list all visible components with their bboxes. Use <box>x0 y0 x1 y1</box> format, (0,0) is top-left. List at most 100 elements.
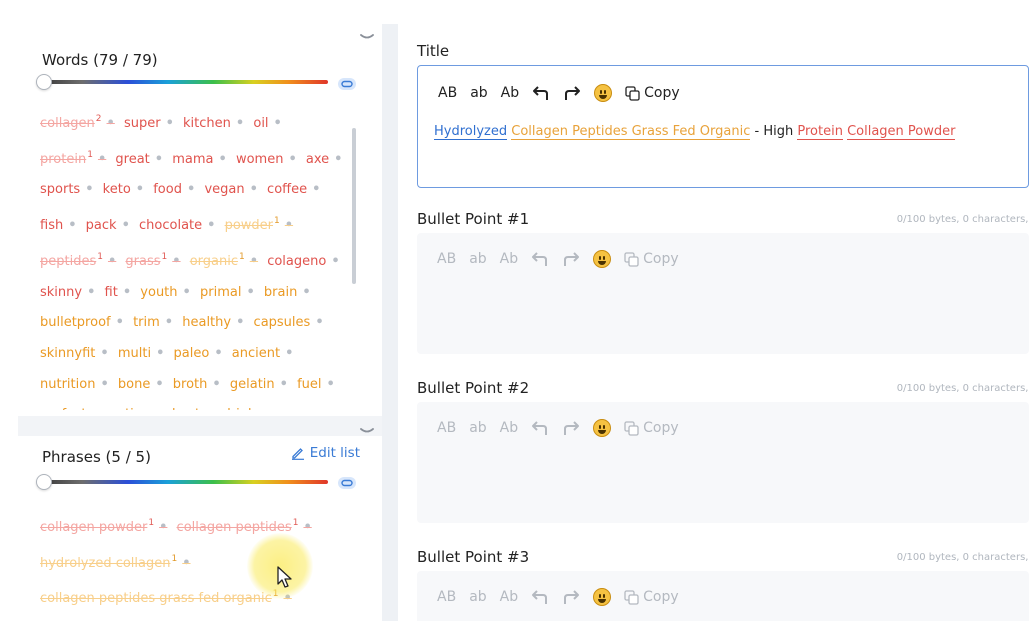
keyword-item[interactable]: best • <box>172 407 218 410</box>
uppercase-button[interactable]: AB <box>437 251 456 267</box>
redo-button[interactable] <box>562 251 580 267</box>
keyword-item[interactable]: fish • <box>40 218 82 233</box>
keyword-item[interactable]: collagen peptides grass fed organic1• <box>40 589 297 606</box>
phrases-filter-slider[interactable] <box>36 474 328 490</box>
keyword-item[interactable]: native • <box>109 407 168 410</box>
keyword-item[interactable]: organic1 • <box>190 252 263 269</box>
phrases-collapse-icon[interactable] <box>360 428 374 436</box>
undo-button[interactable] <box>531 589 549 605</box>
emoji-button[interactable] <box>594 84 613 102</box>
title-toolbar: AB ab Ab Copy <box>438 84 693 102</box>
bullet-label: Bullet Point #1 <box>417 210 530 228</box>
keyword-item[interactable]: keto • <box>103 182 149 197</box>
lowercase-button[interactable]: ab <box>470 85 487 101</box>
keyword-item[interactable]: capsules • <box>254 315 329 330</box>
keyword-item[interactable]: collagen peptides1 • <box>177 518 317 535</box>
keyword-item[interactable]: multi • <box>118 346 170 361</box>
keyword-text: bone <box>117 376 151 392</box>
redo-button[interactable] <box>562 589 580 605</box>
capitalize-button[interactable]: Ab <box>500 420 518 436</box>
slider-knob[interactable] <box>36 74 52 90</box>
top-margin <box>0 0 1030 24</box>
uppercase-button[interactable]: AB <box>437 420 456 436</box>
keyword-item[interactable]: powder1 • <box>225 216 298 233</box>
keyword-item[interactable]: chocolate • <box>139 218 220 233</box>
title-editor[interactable]: AB ab Ab Copy Hydrolyzed Collagen Peptid… <box>417 65 1029 188</box>
copy-button[interactable]: Copy <box>624 251 679 267</box>
keyword-item[interactable]: great • <box>115 152 168 167</box>
keyword-item[interactable]: fit • <box>105 285 137 300</box>
keyword-item[interactable]: vegan • <box>204 182 262 197</box>
redo-icon <box>564 590 580 604</box>
keyword-item[interactable]: drink <box>223 407 256 410</box>
keyword-item[interactable]: primal • <box>200 285 260 300</box>
uppercase-button[interactable]: AB <box>438 85 457 101</box>
keyword-item[interactable]: trim • <box>133 315 178 330</box>
keyword-item[interactable]: mama • <box>172 152 232 167</box>
keyword-item[interactable]: kitchen • <box>183 116 249 131</box>
keyword-item[interactable]: pack • <box>86 218 135 233</box>
keyword-item[interactable]: skinnyfit • <box>40 346 114 361</box>
keyword-item[interactable]: super • <box>124 116 179 131</box>
keyword-item[interactable]: peptides1 • <box>40 252 121 269</box>
keyword-item[interactable]: paleo • <box>174 346 228 361</box>
link-icon[interactable] <box>338 78 356 90</box>
copy-button[interactable]: Copy <box>624 420 679 436</box>
keyword-item[interactable]: axe • <box>306 152 348 167</box>
keyword-item[interactable]: collagen powder1 • <box>40 518 172 535</box>
lowercase-button[interactable]: ab <box>469 589 486 605</box>
emoji-button[interactable] <box>593 250 612 268</box>
words-collapse-icon[interactable] <box>360 34 374 42</box>
keyword-item[interactable]: perfect • <box>40 407 105 410</box>
copy-button[interactable]: Copy <box>625 85 680 101</box>
slider-knob[interactable] <box>36 474 52 490</box>
keyword-item[interactable]: women • <box>236 152 302 167</box>
undo-button[interactable] <box>531 251 549 267</box>
keyword-item[interactable]: oil • <box>253 116 287 131</box>
capitalize-button[interactable]: Ab <box>500 251 518 267</box>
lowercase-button[interactable]: ab <box>469 420 486 436</box>
redo-button[interactable] <box>562 420 580 436</box>
keyword-item[interactable]: healthy • <box>182 315 249 330</box>
capitalize-button[interactable]: Ab <box>500 589 518 605</box>
bullet-editor[interactable]: AB ab Ab Copy <box>417 571 1029 621</box>
lowercase-button[interactable]: ab <box>469 251 486 267</box>
title-text[interactable]: Hydrolyzed Collagen Peptides Grass Fed O… <box>434 124 956 140</box>
usage-count: 1 <box>274 216 280 227</box>
bullet-editor[interactable]: AB ab Ab Copy <box>417 402 1029 523</box>
undo-button[interactable] <box>531 420 549 436</box>
capitalize-button[interactable]: Ab <box>501 85 519 101</box>
keyword-item[interactable]: youth • <box>140 285 196 300</box>
undo-button[interactable] <box>532 85 550 101</box>
keyword-item[interactable]: bone • <box>118 377 169 392</box>
words-filter-slider[interactable] <box>36 74 328 90</box>
redo-button[interactable] <box>563 85 581 101</box>
edit-list-button[interactable]: Edit list <box>291 445 360 461</box>
keyword-item[interactable]: coffee • <box>267 182 325 197</box>
keyword-item[interactable]: protein1 • <box>40 150 111 167</box>
keyword-item[interactable]: nutrition • <box>40 377 114 392</box>
bullet-editor[interactable]: AB ab Ab Copy <box>417 233 1029 354</box>
keyword-item[interactable]: brain • <box>264 285 316 300</box>
keyword-item[interactable]: skinny • <box>40 285 100 300</box>
keyword-item[interactable]: collagen2 • <box>40 114 120 131</box>
keyword-item[interactable]: gelatin • <box>230 377 293 392</box>
keyword-text: oil <box>253 116 269 131</box>
keyword-text: healthy <box>182 315 232 331</box>
keyword-item[interactable]: sports • <box>40 182 99 197</box>
separator-dot: • <box>214 345 223 361</box>
keyword-item[interactable]: ancient • <box>232 346 299 361</box>
keyword-item[interactable]: grass1 • <box>125 252 185 269</box>
copy-button[interactable]: Copy <box>624 589 679 605</box>
keyword-item[interactable]: colageno • <box>267 254 344 269</box>
keyword-item[interactable]: broth • <box>173 377 226 392</box>
keyword-item[interactable]: bulletproof • <box>40 315 129 330</box>
word-list-scrollbar[interactable] <box>352 128 356 284</box>
link-icon[interactable] <box>338 477 356 489</box>
emoji-button[interactable] <box>593 419 612 437</box>
emoji-button[interactable] <box>593 588 612 606</box>
keyword-item[interactable]: food • <box>153 182 200 197</box>
keyword-item[interactable]: fuel • <box>297 377 340 392</box>
uppercase-button[interactable]: AB <box>437 589 456 605</box>
keyword-item[interactable]: hydrolyzed collagen1 • <box>40 554 196 571</box>
